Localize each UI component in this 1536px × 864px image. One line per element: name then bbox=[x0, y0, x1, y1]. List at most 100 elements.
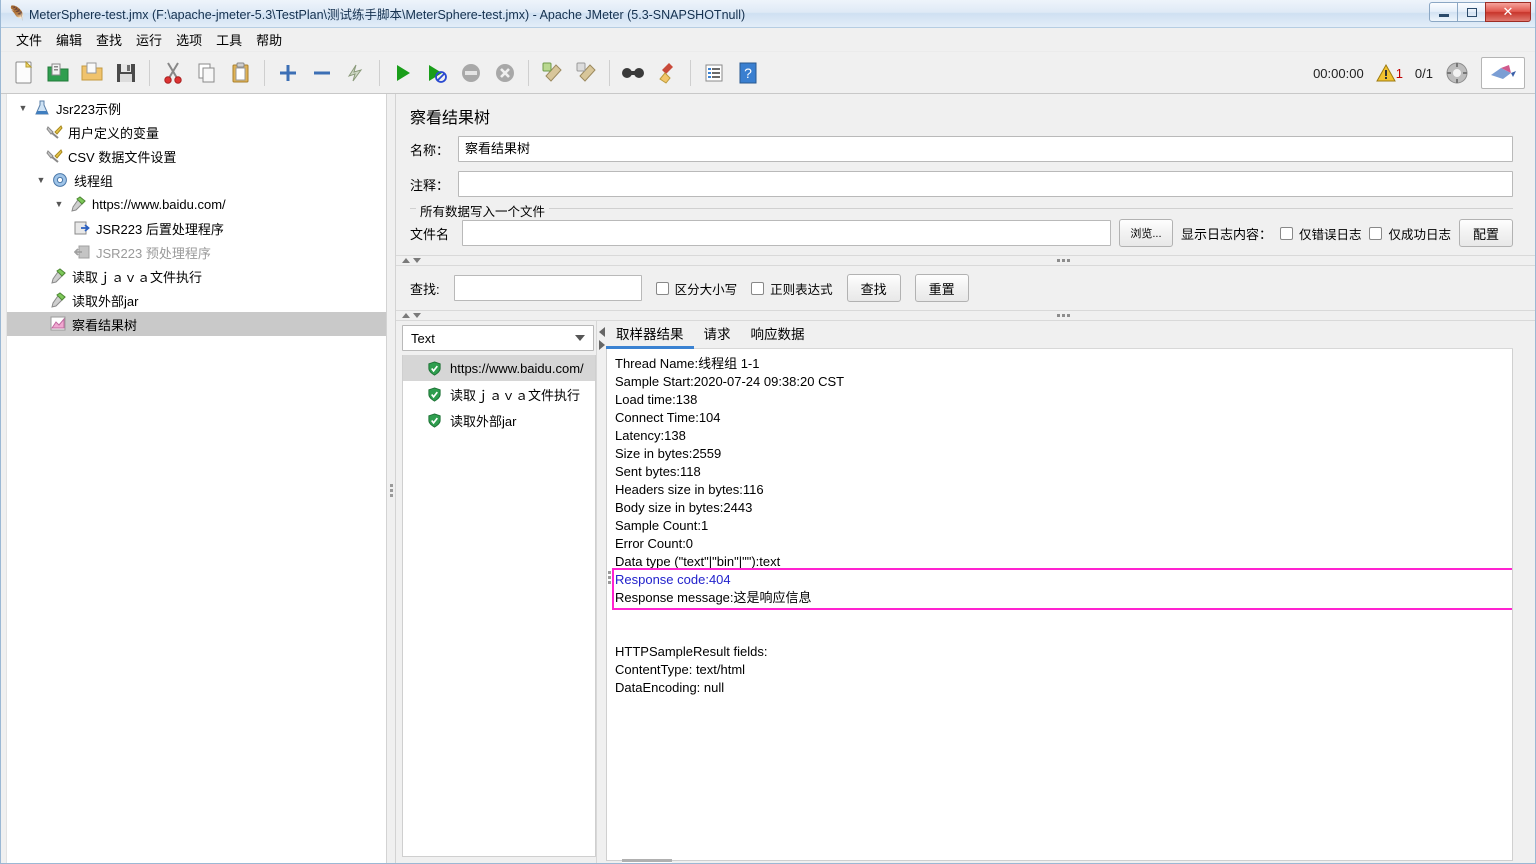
expand-toggle-icon[interactable]: ▼ bbox=[13, 103, 33, 113]
comment-label: 注释： bbox=[410, 177, 450, 193]
lower-split-divider[interactable] bbox=[396, 310, 1535, 321]
search-icon[interactable] bbox=[616, 56, 650, 90]
tree-node-read-external-jar[interactable]: 读取外部jar bbox=[1, 288, 386, 312]
copy-icon[interactable] bbox=[190, 56, 224, 90]
success-shield-icon bbox=[428, 412, 441, 428]
clear-all-icon[interactable] bbox=[569, 56, 603, 90]
find-button[interactable]: 查找 bbox=[846, 274, 901, 302]
start-icon[interactable] bbox=[386, 56, 420, 90]
tab-response-data[interactable]: 响应数据 bbox=[741, 320, 815, 348]
search-input[interactable] bbox=[453, 275, 642, 301]
tab-sampler-result[interactable]: 取样器结果 bbox=[606, 320, 694, 349]
cut-icon[interactable] bbox=[156, 56, 190, 90]
menu-help[interactable]: 帮助 bbox=[249, 28, 289, 51]
menu-search[interactable]: 查找 bbox=[89, 28, 129, 51]
sample-result-list[interactable]: https://www.baidu.com/ 读取ｊａｖａ文件执行 读取外部ja… bbox=[402, 355, 596, 857]
test-plan-tree[interactable]: ▼ Jsr223示例 用户定义的变量 CSV 数据文件设置 ▼ 线程组 ▼ ht… bbox=[1, 94, 387, 863]
function-helper-icon[interactable] bbox=[697, 56, 731, 90]
upper-split-divider[interactable] bbox=[396, 255, 1535, 266]
success-only-label: 仅成功日志 bbox=[1388, 227, 1451, 242]
tree-node-jsr223-example[interactable]: ▼ Jsr223示例 bbox=[1, 96, 386, 120]
tree-node-user-defined-variables[interactable]: 用户定义的变量 bbox=[1, 120, 386, 144]
toggle-icon[interactable] bbox=[339, 56, 373, 90]
reset-search-icon[interactable] bbox=[650, 56, 684, 90]
help-icon[interactable]: ? bbox=[731, 56, 765, 90]
tree-list: ▼ Jsr223示例 用户定义的变量 CSV 数据文件设置 ▼ 线程组 ▼ ht… bbox=[1, 94, 386, 336]
errors-only-checkbox[interactable] bbox=[1279, 226, 1293, 240]
name-input[interactable]: 察看结果树 bbox=[458, 136, 1513, 162]
result-tabs: 取样器结果 请求 响应数据 bbox=[606, 321, 1513, 349]
collapse-all-icon[interactable] bbox=[305, 56, 339, 90]
tree-node-label: 读取外部jar bbox=[72, 293, 139, 309]
tree-node-jsr223-preprocessor[interactable]: JSR223 预处理程序 bbox=[1, 240, 386, 264]
new-icon[interactable] bbox=[7, 56, 41, 90]
expand-toggle-icon[interactable]: ▼ bbox=[31, 175, 51, 185]
minimize-button[interactable] bbox=[1429, 2, 1458, 22]
expand-all-icon[interactable] bbox=[271, 56, 305, 90]
expand-toggle-icon[interactable]: ▼ bbox=[49, 199, 69, 209]
divider-arrows[interactable] bbox=[402, 258, 421, 263]
tree-node-label: JSR223 后置处理程序 bbox=[96, 221, 224, 237]
jmeter-logo-icon bbox=[1491, 65, 1516, 79]
list-item[interactable]: 读取ｊａｖａ文件执行 bbox=[403, 381, 595, 407]
stop-icon[interactable] bbox=[454, 56, 488, 90]
config-element-icon bbox=[45, 123, 63, 141]
menu-options[interactable]: 选项 bbox=[169, 28, 209, 51]
collapse-up-icon[interactable] bbox=[402, 258, 410, 263]
toolbar-separator bbox=[528, 59, 529, 86]
regex-checkbox-wrap[interactable]: 正则表达式 bbox=[751, 279, 833, 298]
menu-tools[interactable]: 工具 bbox=[209, 28, 249, 51]
results-splitter[interactable] bbox=[596, 321, 606, 863]
jmeter-logo-button[interactable] bbox=[1481, 57, 1525, 89]
templates-icon[interactable] bbox=[41, 56, 75, 90]
sampler-result-text[interactable]: Thread Name:线程组 1-1 Sample Start:2020-07… bbox=[606, 349, 1513, 861]
tree-node-thread-group[interactable]: ▼ 线程组 bbox=[1, 168, 386, 192]
tree-node-jsr223-postprocessor[interactable]: JSR223 后置处理程序 bbox=[1, 216, 386, 240]
chevron-down-icon[interactable] bbox=[575, 335, 585, 341]
tree-node-http-baidu[interactable]: ▼ https://www.baidu.com/ bbox=[1, 192, 386, 216]
reset-button[interactable]: 重置 bbox=[914, 274, 969, 302]
case-sensitive-checkbox-wrap[interactable]: 区分大小写 bbox=[655, 279, 738, 298]
maximize-button[interactable] bbox=[1457, 2, 1486, 22]
comment-input[interactable] bbox=[458, 171, 1513, 197]
close-button[interactable]: ✕ bbox=[1485, 2, 1531, 22]
collapse-down-icon[interactable] bbox=[413, 258, 421, 263]
warning-triangle-icon[interactable] bbox=[1375, 64, 1396, 82]
list-item[interactable]: https://www.baidu.com/ bbox=[403, 355, 595, 381]
menu-file[interactable]: 文件 bbox=[9, 28, 49, 51]
scroll-automatically-row[interactable]: Scroll automatically? bbox=[402, 857, 596, 863]
tree-node-label: 线程组 bbox=[74, 173, 114, 189]
regex-checkbox[interactable] bbox=[751, 281, 765, 295]
collapse-up-icon[interactable] bbox=[402, 313, 410, 318]
success-only-checkbox[interactable] bbox=[1369, 226, 1383, 240]
filename-input[interactable] bbox=[462, 220, 1111, 246]
tree-splitter[interactable] bbox=[387, 94, 396, 863]
clear-icon[interactable] bbox=[535, 56, 569, 90]
collapse-left-icon[interactable] bbox=[598, 327, 605, 337]
divider-arrows[interactable] bbox=[402, 313, 421, 318]
tree-node-view-results-tree[interactable]: 察看结果树 bbox=[1, 312, 386, 336]
error-circle-icon[interactable] bbox=[1445, 61, 1469, 85]
browse-button[interactable]: 浏览... bbox=[1118, 219, 1173, 247]
save-icon[interactable] bbox=[109, 56, 143, 90]
collapse-down-icon[interactable] bbox=[413, 313, 421, 318]
toolbar-separator bbox=[690, 59, 691, 86]
shutdown-icon[interactable] bbox=[488, 56, 522, 90]
start-no-pauses-icon[interactable] bbox=[420, 56, 454, 90]
case-sensitive-label: 区分大小写 bbox=[674, 282, 738, 297]
menu-run[interactable]: 运行 bbox=[129, 28, 169, 51]
list-item[interactable]: 读取外部jar bbox=[403, 407, 595, 433]
tab-request[interactable]: 请求 bbox=[694, 320, 741, 348]
open-icon[interactable] bbox=[75, 56, 109, 90]
errors-only-checkbox-wrap[interactable]: 仅错误日志 bbox=[1279, 224, 1361, 243]
collapse-right-icon[interactable] bbox=[598, 340, 605, 350]
tree-node-csv-data-set[interactable]: CSV 数据文件设置 bbox=[1, 144, 386, 168]
case-sensitive-checkbox[interactable] bbox=[655, 281, 669, 295]
menu-edit[interactable]: 编辑 bbox=[49, 28, 89, 51]
success-only-checkbox-wrap[interactable]: 仅成功日志 bbox=[1369, 224, 1451, 243]
tree-node-read-java-file[interactable]: 读取ｊａｖａ文件执行 bbox=[1, 264, 386, 288]
configure-button[interactable]: 配置 bbox=[1459, 219, 1513, 247]
renderer-select[interactable]: Text bbox=[402, 325, 594, 351]
window-controls: ✕ bbox=[1429, 2, 1531, 22]
paste-icon[interactable] bbox=[224, 56, 258, 90]
